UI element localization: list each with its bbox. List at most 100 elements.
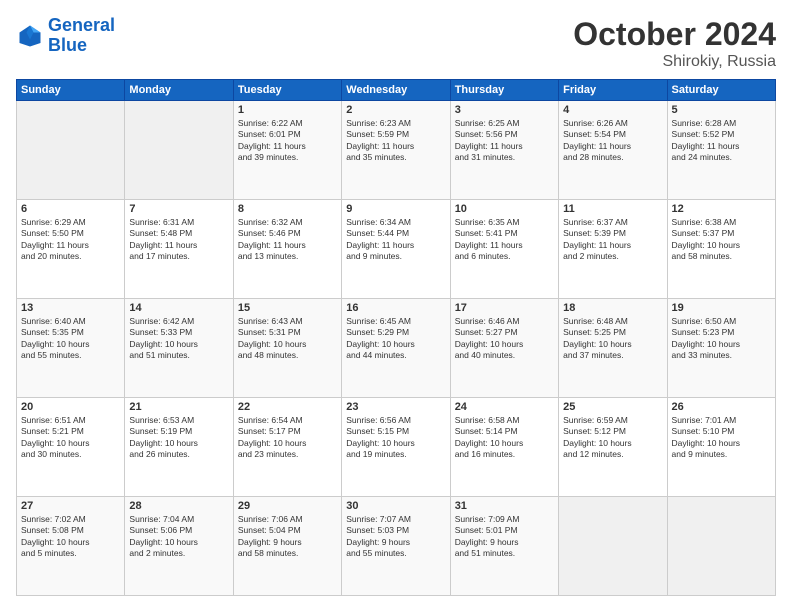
day-cell: 28 Sunrise: 7:04 AM Sunset: 5:06 PM Dayli… [125, 497, 233, 596]
day-cell: 23 Sunrise: 6:56 AM Sunset: 5:15 PM Dayli… [342, 398, 450, 497]
day-content: Sunrise: 6:25 AM Sunset: 5:56 PM Dayligh… [455, 118, 554, 164]
day-content: Sunrise: 6:43 AM Sunset: 5:31 PM Dayligh… [238, 316, 337, 362]
col-tuesday: Tuesday [233, 80, 341, 101]
day-number: 27 [21, 500, 120, 512]
day-cell [125, 101, 233, 200]
day-cell: 1 Sunrise: 6:22 AM Sunset: 6:01 PM Daylig… [233, 101, 341, 200]
day-cell: 27Sunrise: 7:02 AM Sunset: 5:08 PM Dayli… [17, 497, 125, 596]
day-content: Sunrise: 7:04 AM Sunset: 5:06 PM Dayligh… [129, 514, 228, 560]
week-row-1: 1 Sunrise: 6:22 AM Sunset: 6:01 PM Daylig… [17, 101, 776, 200]
day-number: 11 [563, 203, 662, 215]
day-cell: 8Sunrise: 6:32 AM Sunset: 5:46 PM Daylig… [233, 200, 341, 299]
day-cell: 3 Sunrise: 6:25 AM Sunset: 5:56 PM Daylig… [450, 101, 558, 200]
day-content: Sunrise: 6:22 AM Sunset: 6:01 PM Dayligh… [238, 118, 337, 164]
day-cell: 26 Sunrise: 7:01 AM Sunset: 5:10 PM Dayli… [667, 398, 775, 497]
day-cell: 30 Sunrise: 7:07 AM Sunset: 5:03 PM Dayli… [342, 497, 450, 596]
day-number: 15 [238, 302, 337, 314]
day-number: 18 [563, 302, 662, 314]
day-number: 23 [346, 401, 445, 413]
day-number: 10 [455, 203, 554, 215]
day-number: 30 [346, 500, 445, 512]
day-number: 31 [455, 500, 554, 512]
day-cell: 13Sunrise: 6:40 AM Sunset: 5:35 PM Dayli… [17, 299, 125, 398]
day-content: Sunrise: 6:31 AM Sunset: 5:48 PM Dayligh… [129, 217, 228, 263]
day-content: Sunrise: 6:50 AM Sunset: 5:23 PM Dayligh… [672, 316, 771, 362]
day-number: 21 [129, 401, 228, 413]
day-content: Sunrise: 6:40 AM Sunset: 5:35 PM Dayligh… [21, 316, 120, 362]
week-row-4: 20 Sunrise: 6:51 AM Sunset: 5:21 PM Dayli… [17, 398, 776, 497]
day-cell: 9 Sunrise: 6:34 AM Sunset: 5:44 PM Daylig… [342, 200, 450, 299]
day-cell: 21 Sunrise: 6:53 AM Sunset: 5:19 PM Dayli… [125, 398, 233, 497]
logo-line2: Blue [48, 35, 87, 55]
day-number: 25 [563, 401, 662, 413]
day-number: 28 [129, 500, 228, 512]
day-content: Sunrise: 6:42 AM Sunset: 5:33 PM Dayligh… [129, 316, 228, 362]
day-content: Sunrise: 6:32 AM Sunset: 5:46 PM Dayligh… [238, 217, 337, 263]
day-number: 12 [672, 203, 771, 215]
col-monday: Monday [125, 80, 233, 101]
col-sunday: Sunday [17, 80, 125, 101]
day-cell: 14 Sunrise: 6:42 AM Sunset: 5:33 PM Dayli… [125, 299, 233, 398]
day-number: 6 [21, 203, 120, 215]
day-cell: 24Sunrise: 6:58 AM Sunset: 5:14 PM Dayli… [450, 398, 558, 497]
day-cell: 12 Sunrise: 6:38 AM Sunset: 5:37 PM Dayli… [667, 200, 775, 299]
day-number: 1 [238, 104, 337, 116]
day-number: 14 [129, 302, 228, 314]
day-number: 3 [455, 104, 554, 116]
day-content: Sunrise: 7:07 AM Sunset: 5:03 PM Dayligh… [346, 514, 445, 560]
day-content: Sunrise: 6:26 AM Sunset: 5:54 PM Dayligh… [563, 118, 662, 164]
day-cell: 31 Sunrise: 7:09 AM Sunset: 5:01 PM Dayli… [450, 497, 558, 596]
day-content: Sunrise: 6:23 AM Sunset: 5:59 PM Dayligh… [346, 118, 445, 164]
day-number: 26 [672, 401, 771, 413]
day-cell: 16Sunrise: 6:45 AM Sunset: 5:29 PM Dayli… [342, 299, 450, 398]
col-thursday: Thursday [450, 80, 558, 101]
day-number: 9 [346, 203, 445, 215]
day-content: Sunrise: 7:09 AM Sunset: 5:01 PM Dayligh… [455, 514, 554, 560]
day-content: Sunrise: 6:45 AM Sunset: 5:29 PM Dayligh… [346, 316, 445, 362]
day-cell: 29 Sunrise: 7:06 AM Sunset: 5:04 PM Dayli… [233, 497, 341, 596]
col-wednesday: Wednesday [342, 80, 450, 101]
day-content: Sunrise: 6:35 AM Sunset: 5:41 PM Dayligh… [455, 217, 554, 263]
day-content: Sunrise: 6:37 AM Sunset: 5:39 PM Dayligh… [563, 217, 662, 263]
day-content: Sunrise: 6:28 AM Sunset: 5:52 PM Dayligh… [672, 118, 771, 164]
day-cell: 18 Sunrise: 6:48 AM Sunset: 5:25 PM Dayli… [559, 299, 667, 398]
day-cell: 5Sunrise: 6:28 AM Sunset: 5:52 PM Daylig… [667, 101, 775, 200]
day-content: Sunrise: 7:06 AM Sunset: 5:04 PM Dayligh… [238, 514, 337, 560]
day-number: 22 [238, 401, 337, 413]
day-content: Sunrise: 6:46 AM Sunset: 5:27 PM Dayligh… [455, 316, 554, 362]
day-content: Sunrise: 6:34 AM Sunset: 5:44 PM Dayligh… [346, 217, 445, 263]
day-number: 7 [129, 203, 228, 215]
day-content: Sunrise: 6:54 AM Sunset: 5:17 PM Dayligh… [238, 415, 337, 461]
logo-line1: General [48, 15, 115, 35]
col-saturday: Saturday [667, 80, 775, 101]
day-cell: 19 Sunrise: 6:50 AM Sunset: 5:23 PM Dayli… [667, 299, 775, 398]
day-number: 4 [563, 104, 662, 116]
calendar-header: Sunday Monday Tuesday Wednesday Thursday… [17, 80, 776, 101]
day-content: Sunrise: 6:56 AM Sunset: 5:15 PM Dayligh… [346, 415, 445, 461]
day-content: Sunrise: 6:59 AM Sunset: 5:12 PM Dayligh… [563, 415, 662, 461]
day-content: Sunrise: 6:38 AM Sunset: 5:37 PM Dayligh… [672, 217, 771, 263]
day-content: Sunrise: 6:58 AM Sunset: 5:14 PM Dayligh… [455, 415, 554, 461]
day-number: 19 [672, 302, 771, 314]
day-content: Sunrise: 7:01 AM Sunset: 5:10 PM Dayligh… [672, 415, 771, 461]
day-content: Sunrise: 6:51 AM Sunset: 5:21 PM Dayligh… [21, 415, 120, 461]
day-cell: 4 Sunrise: 6:26 AM Sunset: 5:54 PM Daylig… [559, 101, 667, 200]
logo-icon [16, 22, 44, 50]
logo: General Blue [16, 16, 115, 56]
logo-text: General Blue [48, 16, 115, 56]
header-row: Sunday Monday Tuesday Wednesday Thursday… [17, 80, 776, 101]
day-cell: 10 Sunrise: 6:35 AM Sunset: 5:41 PM Dayli… [450, 200, 558, 299]
col-friday: Friday [559, 80, 667, 101]
day-number: 20 [21, 401, 120, 413]
day-cell: 20 Sunrise: 6:51 AM Sunset: 5:21 PM Dayli… [17, 398, 125, 497]
week-row-3: 13Sunrise: 6:40 AM Sunset: 5:35 PM Dayli… [17, 299, 776, 398]
day-cell: 17Sunrise: 6:46 AM Sunset: 5:27 PM Dayli… [450, 299, 558, 398]
day-number: 29 [238, 500, 337, 512]
month-title: October 2024 [573, 16, 776, 53]
day-cell: 25 Sunrise: 6:59 AM Sunset: 5:12 PM Dayli… [559, 398, 667, 497]
page: General Blue October 2024 Shirokiy, Russ… [0, 0, 792, 612]
title-block: October 2024 Shirokiy, Russia [573, 16, 776, 71]
day-content: Sunrise: 6:48 AM Sunset: 5:25 PM Dayligh… [563, 316, 662, 362]
day-cell: 22 Sunrise: 6:54 AM Sunset: 5:17 PM Dayli… [233, 398, 341, 497]
day-content: Sunrise: 6:53 AM Sunset: 5:19 PM Dayligh… [129, 415, 228, 461]
